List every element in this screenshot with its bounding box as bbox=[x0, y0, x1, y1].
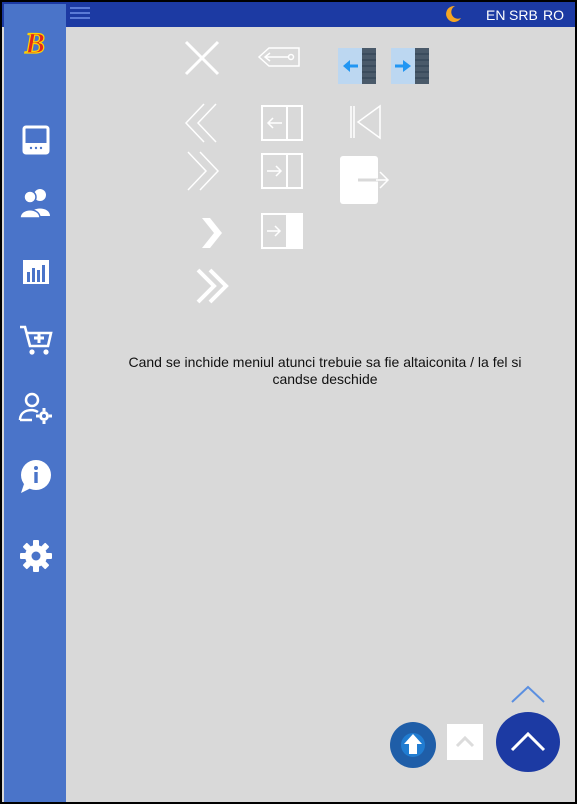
scroll-top-fab[interactable] bbox=[496, 712, 560, 772]
close-icon[interactable] bbox=[182, 38, 222, 78]
double-chevron-left-icon[interactable] bbox=[182, 102, 222, 144]
users-icon[interactable] bbox=[18, 184, 54, 220]
panel-open-icon[interactable] bbox=[260, 212, 306, 250]
panel-expand-icon[interactable] bbox=[260, 152, 306, 190]
moon-icon[interactable] bbox=[443, 4, 463, 24]
back-to-top-button[interactable] bbox=[447, 724, 483, 760]
chevron-up-outline-icon[interactable] bbox=[510, 684, 546, 704]
dashboard-icon[interactable] bbox=[18, 122, 54, 158]
panel-collapse-icon[interactable] bbox=[260, 104, 306, 142]
double-chevron-right-bold-icon[interactable] bbox=[194, 268, 230, 304]
exit-door-icon[interactable] bbox=[338, 154, 392, 206]
app-frame: EN SRB RO B Cand se inchide meniul atunc… bbox=[2, 2, 575, 802]
user-settings-icon[interactable] bbox=[18, 390, 54, 426]
add-to-cart-icon[interactable] bbox=[18, 322, 54, 358]
lang-srb[interactable]: SRB bbox=[509, 7, 538, 23]
chevron-right-bold-icon[interactable] bbox=[196, 214, 226, 252]
logo-text: B bbox=[24, 27, 45, 58]
collapse-left-icon[interactable] bbox=[338, 48, 376, 84]
gear-icon[interactable] bbox=[18, 538, 54, 574]
double-chevron-right-icon[interactable] bbox=[182, 150, 222, 192]
sidebar: B bbox=[4, 4, 66, 802]
note-text: Cand se inchide meniul atunci trebuie sa… bbox=[128, 354, 522, 387]
top-bar: EN SRB RO bbox=[2, 2, 575, 27]
scroll-up-button[interactable] bbox=[390, 722, 436, 768]
hamburger-icon[interactable] bbox=[70, 7, 90, 21]
expand-right-icon[interactable] bbox=[391, 48, 429, 84]
logout-tag-icon[interactable] bbox=[255, 44, 303, 70]
lang-ro[interactable]: RO bbox=[543, 7, 564, 23]
info-icon[interactable] bbox=[18, 458, 54, 494]
brand-logo[interactable]: B bbox=[22, 26, 52, 58]
chevron-up-large-icon bbox=[510, 731, 546, 752]
bar-chart-icon[interactable] bbox=[18, 254, 54, 290]
chevron-up-icon bbox=[455, 735, 475, 748]
lang-en[interactable]: EN bbox=[486, 7, 505, 23]
skip-to-start-icon[interactable] bbox=[348, 104, 384, 140]
arrow-up-icon bbox=[401, 733, 425, 757]
